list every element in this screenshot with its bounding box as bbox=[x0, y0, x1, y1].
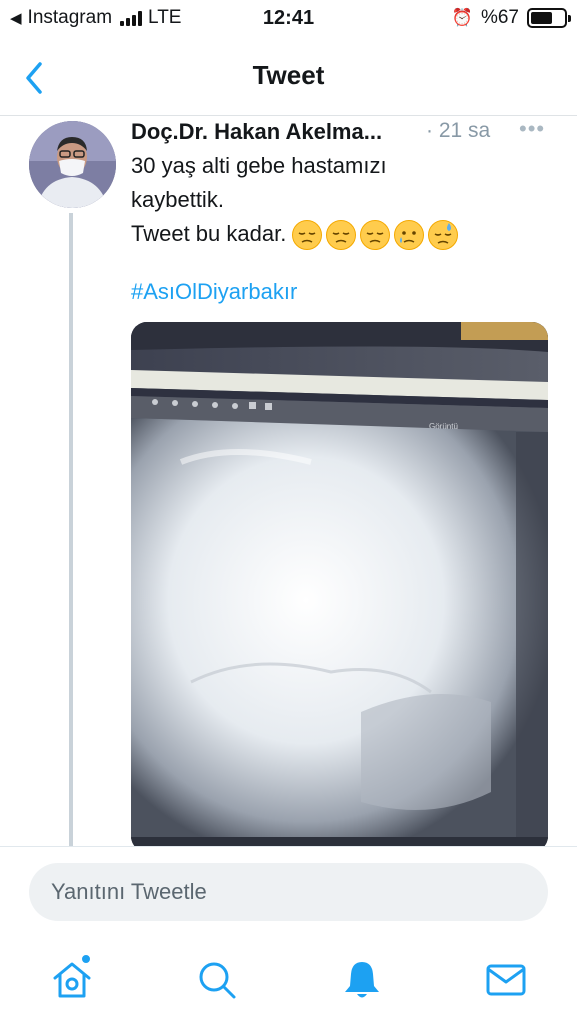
sad-tear-emoji-icon bbox=[394, 220, 425, 251]
reply-area bbox=[0, 846, 577, 936]
pensive-emoji-icon bbox=[360, 220, 391, 251]
thread-line bbox=[69, 213, 73, 846]
hashtag-link[interactable]: #AsıOlDiyarbakır bbox=[131, 279, 297, 305]
status-bar: ◀ Instagram LTE 12:41 ⏰ %67 bbox=[0, 0, 577, 40]
pensive-emoji-icon bbox=[326, 220, 357, 251]
emoji-row bbox=[292, 220, 459, 251]
battery-percent: %67 bbox=[480, 7, 519, 28]
page-title: Tweet bbox=[252, 60, 325, 90]
tweet-text-line-content: Tweet bu kadar. bbox=[131, 221, 287, 246]
more-icon[interactable]: ••• bbox=[519, 116, 545, 142]
status-right: ⏰ %67 bbox=[451, 7, 571, 29]
battery-icon bbox=[527, 8, 571, 28]
reply-input[interactable] bbox=[29, 863, 548, 921]
tab-bar bbox=[0, 936, 577, 1024]
avatar[interactable] bbox=[29, 121, 116, 208]
tweet-text-line: Tweet bu kadar. bbox=[131, 217, 459, 251]
tweet-media-image[interactable]: Görüntü bbox=[131, 322, 548, 846]
tweet-text: 30 yaş alti gebe hastamızı kaybettik. Tw… bbox=[131, 149, 459, 251]
messages-icon[interactable] bbox=[484, 958, 528, 1002]
tweet: Doç.Dr. Hakan Akelma... · 21 sa ••• 30 y… bbox=[0, 116, 577, 846]
downcast-sweat-emoji-icon bbox=[428, 220, 459, 251]
tweet-text-line: 30 yaş alti gebe hastamızı bbox=[131, 153, 387, 178]
tweet-text-line: kaybettik. bbox=[131, 187, 224, 212]
tweet-time: · 21 sa bbox=[426, 119, 491, 142]
author-name[interactable]: Doç.Dr. Hakan Akelma... bbox=[131, 119, 382, 145]
alarm-icon: ⏰ bbox=[451, 8, 473, 27]
nav-header: Tweet bbox=[0, 40, 577, 116]
notifications-icon[interactable] bbox=[340, 958, 384, 1002]
home-notification-dot bbox=[81, 954, 91, 964]
home-icon[interactable] bbox=[50, 954, 94, 1002]
search-icon[interactable] bbox=[195, 958, 239, 1002]
pensive-emoji-icon bbox=[292, 220, 323, 251]
